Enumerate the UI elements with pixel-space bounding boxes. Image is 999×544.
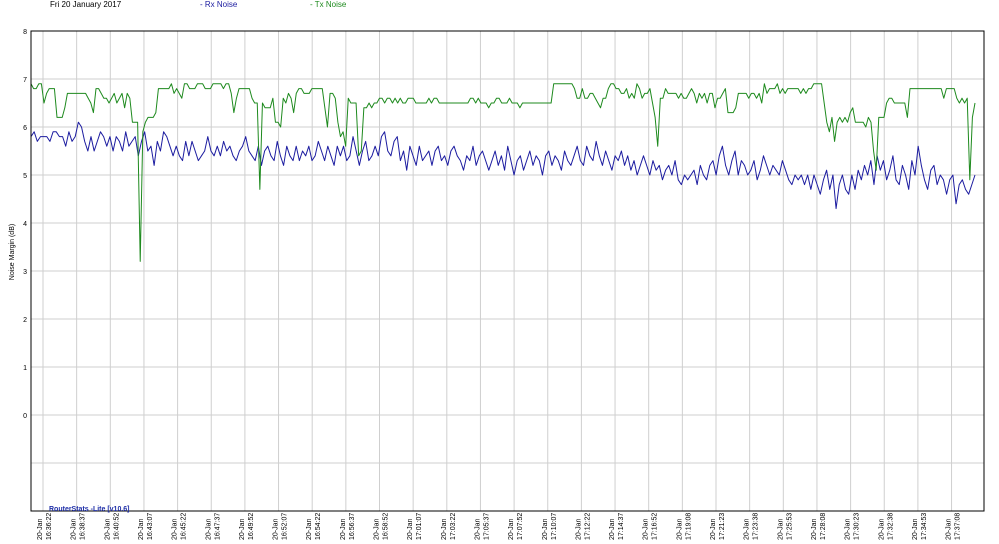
x-tick-label-time: 16:54:22 xyxy=(315,513,322,540)
x-tick-label-time: 16:56:37 xyxy=(349,513,356,540)
x-tick-label-date: 20-Jan xyxy=(374,518,381,540)
x-tick-label-date: 20-Jan xyxy=(811,518,818,540)
x-tick-label-time: 16:36:22 xyxy=(46,513,53,540)
x-tick-label-date: 20-Jan xyxy=(138,518,145,540)
series-layer xyxy=(30,83,976,262)
y-tick-label: 4 xyxy=(23,221,27,228)
y-tick-label: 1 xyxy=(23,365,27,372)
x-tick-label-time: 17:14:37 xyxy=(618,513,625,540)
y-axis-label: Noise Margin (dB) xyxy=(9,224,16,280)
x-tick-label-date: 20-Jan xyxy=(710,518,717,540)
x-tick-label-time: 17:37:08 xyxy=(955,513,962,540)
y-tick-label: 2 xyxy=(23,317,27,324)
x-tick-label-time: 16:52:07 xyxy=(282,513,289,540)
y-tick-label: 5 xyxy=(23,173,27,180)
x-tick-label-date: 20-Jan xyxy=(777,518,784,540)
x-tick-label-date: 20-Jan xyxy=(71,518,78,540)
x-tick-label-date: 20-Jan xyxy=(676,518,683,540)
x-tick-label-date: 20-Jan xyxy=(845,518,852,540)
tx-noise-line xyxy=(30,83,976,262)
y-tick-label: 7 xyxy=(23,77,27,84)
x-tick-label-date: 20-Jan xyxy=(306,518,313,540)
x-tick-label-time: 17:19:08 xyxy=(685,513,692,540)
x-tick-label-time: 17:12:22 xyxy=(584,513,591,540)
x-tick-label-date: 20-Jan xyxy=(912,518,919,540)
y-tick-label: 8 xyxy=(23,29,27,36)
x-tick-label-time: 17:01:07 xyxy=(416,513,423,540)
x-tick-label-date: 20-Jan xyxy=(104,518,111,540)
x-tick-label-time: 16:58:52 xyxy=(383,513,390,540)
x-tick-label-date: 20-Jan xyxy=(205,518,212,540)
x-tick-label-time: 17:32:38 xyxy=(887,513,894,540)
x-tick-label-date: 20-Jan xyxy=(744,518,751,540)
x-tick-label-date: 20-Jan xyxy=(575,518,582,540)
x-tick-label-date: 20-Jan xyxy=(946,518,953,540)
x-tick-label-time: 16:43:07 xyxy=(147,513,154,540)
x-tick-label-time: 16:45:22 xyxy=(181,513,188,540)
x-tick-label-time: 17:10:07 xyxy=(551,513,558,540)
x-tick-label-date: 20-Jan xyxy=(172,518,179,540)
y-tick-label: 3 xyxy=(23,269,27,276)
x-tick-label-time: 17:05:37 xyxy=(483,513,490,540)
x-tick-label-time: 16:47:37 xyxy=(214,513,221,540)
x-tick-label-time: 17:07:52 xyxy=(517,513,524,540)
x-tick-label-time: 16:49:52 xyxy=(248,513,255,540)
x-tick-label-date: 20-Jan xyxy=(239,518,246,540)
x-tick-label-time: 17:25:53 xyxy=(786,513,793,540)
x-tick-label-date: 20-Jan xyxy=(441,518,448,540)
x-tick-label-time: 17:34:53 xyxy=(921,513,928,540)
x-tick-label-time: 17:30:23 xyxy=(854,513,861,540)
x-tick-label-date: 20-Jan xyxy=(407,518,414,540)
x-tick-label-date: 20-Jan xyxy=(643,518,650,540)
x-tick-label-date: 20-Jan xyxy=(37,518,44,540)
x-tick-label-date: 20-Jan xyxy=(273,518,280,540)
grid-layer xyxy=(31,30,984,512)
x-tick-label-date: 20-Jan xyxy=(508,518,515,540)
x-tick-label-time: 16:40:52 xyxy=(113,513,120,540)
x-tick-label-time: 17:21:23 xyxy=(719,513,726,540)
x-tick-label-time: 17:28:08 xyxy=(820,513,827,540)
x-tick-label-date: 20-Jan xyxy=(340,518,347,540)
x-tick-label-time: 17:23:38 xyxy=(753,513,760,540)
y-tick-label: 6 xyxy=(23,125,27,132)
x-tick-label-date: 20-Jan xyxy=(878,518,885,540)
x-tick-label-time: 17:03:22 xyxy=(450,513,457,540)
x-tick-label-date: 20-Jan xyxy=(609,518,616,540)
router-stats-watermark: RouterStats -Lite [v10.6] xyxy=(49,506,130,513)
noise-margin-chart: 20-Jan 16:36:22 20-Jan 16:38:37 20-Jan 16:40:… xyxy=(9,29,985,540)
x-tick-label-date: 20-Jan xyxy=(542,518,549,540)
x-tick-label-time: 16:38:37 xyxy=(80,513,87,540)
x-tick-label-date: 20-Jan xyxy=(474,518,481,540)
x-tick-label-time: 17:16:52 xyxy=(652,513,659,540)
y-tick-label: 0 xyxy=(23,413,27,420)
